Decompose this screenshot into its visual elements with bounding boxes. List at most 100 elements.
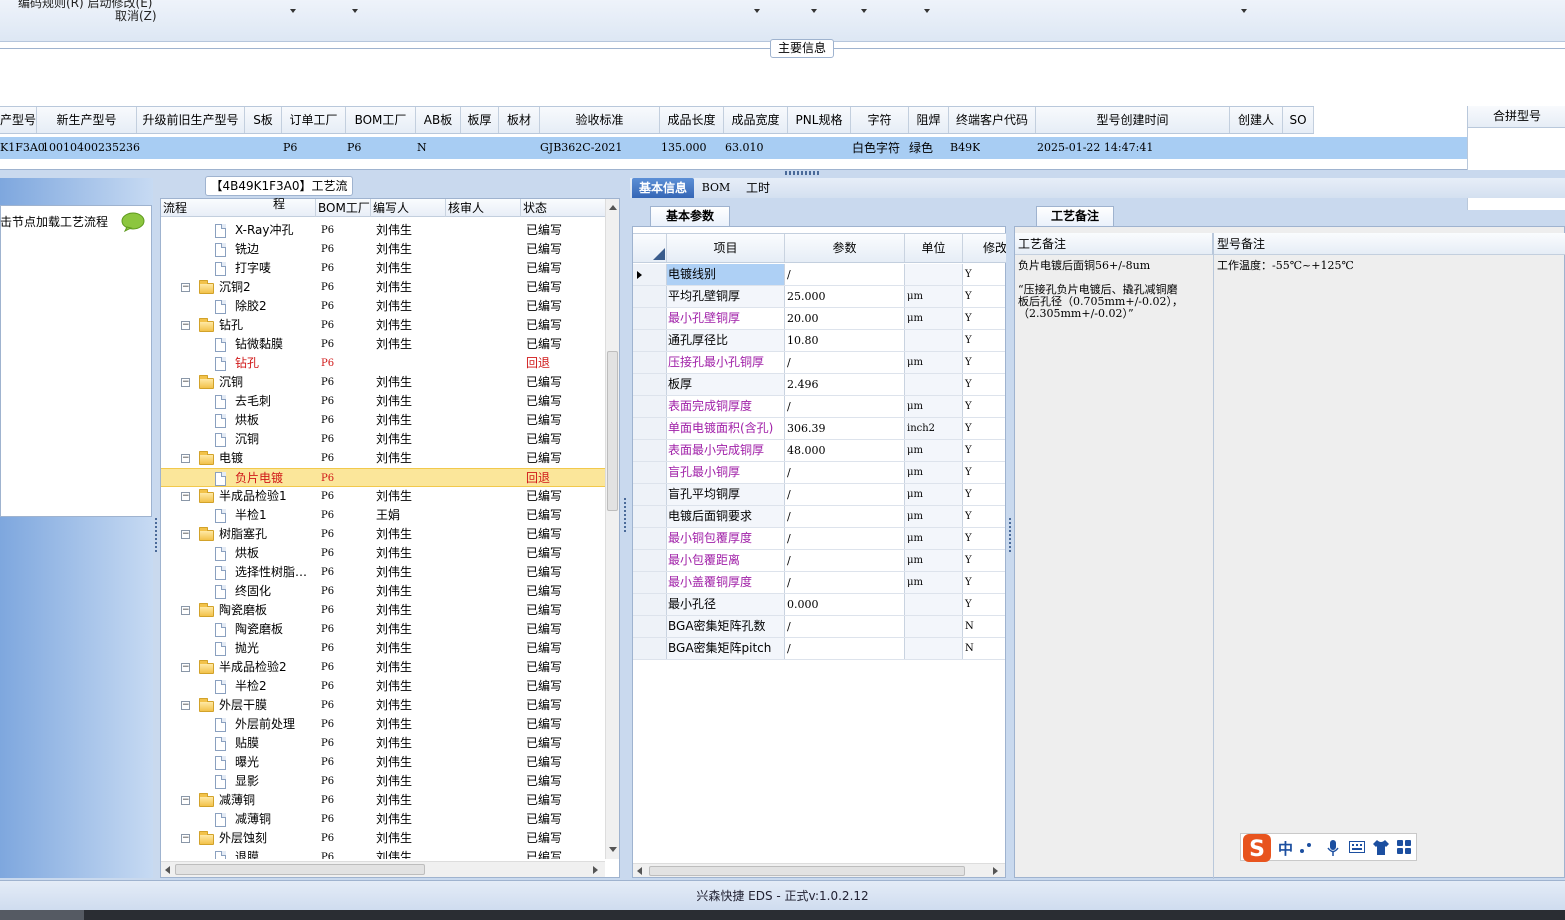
tree-scroll-thumb[interactable] [607, 351, 618, 511]
microphone-icon[interactable] [1327, 839, 1339, 857]
col-s-board[interactable]: S板 [245, 107, 282, 133]
col-process[interactable]: 流程 [161, 199, 316, 217]
tree-row[interactable]: 选择性树脂… P6 刘伟生 已编写 [161, 563, 605, 582]
row-selector[interactable] [633, 594, 667, 615]
col-param[interactable]: 参数 [785, 234, 905, 262]
tree-hscroll-thumb[interactable] [175, 864, 425, 875]
param-row[interactable]: 单面电镀面积(含孔) 306.39 inch2 Y [633, 418, 1005, 440]
param-value[interactable]: / [785, 352, 905, 373]
col-modify[interactable]: 修改 [963, 234, 1007, 262]
row-selector[interactable] [633, 638, 667, 659]
param-value[interactable]: / [785, 616, 905, 637]
col-new-model[interactable]: 新生产型号 [37, 107, 137, 133]
row-selector[interactable] [633, 308, 667, 329]
scroll-up-icon[interactable] [609, 205, 617, 210]
tree-row[interactable]: 除胶2 P6 刘伟生 已编写 [161, 297, 605, 316]
row-selector[interactable] [633, 462, 667, 483]
param-row[interactable]: 最小盖覆铜厚度 / μm Y [633, 572, 1005, 594]
col-order-factory[interactable]: 订单工厂 [282, 107, 346, 133]
row-selector[interactable] [633, 286, 667, 307]
param-row[interactable]: BGA密集矩阵孔数 / N [633, 616, 1005, 638]
chevron-down-icon[interactable] [754, 9, 760, 13]
ime-toolbar[interactable]: S 中 [1240, 833, 1417, 862]
col-old-model[interactable]: 升级前旧生产型号 [137, 107, 245, 133]
param-value[interactable]: / [785, 528, 905, 549]
row-selector[interactable] [633, 374, 667, 395]
tree-row[interactable]: 钻孔 P6 回退 [161, 354, 605, 373]
row-selector[interactable] [633, 440, 667, 461]
col-char[interactable]: 字符 [851, 107, 909, 133]
collapse-toggle-icon[interactable]: − [181, 606, 190, 615]
col-model[interactable]: 产型号 [0, 107, 37, 133]
tree-row[interactable]: − 钻孔 P6 刘伟生 已编写 [161, 316, 605, 335]
col-pnl[interactable]: PNL规格 [788, 107, 851, 133]
col-ab[interactable]: AB板 [416, 107, 461, 133]
chat-bubble-icon[interactable] [121, 212, 145, 232]
row-selector[interactable] [633, 418, 667, 439]
process-notes-caption[interactable]: 工艺备注 [1036, 206, 1114, 226]
param-row[interactable]: 压接孔最小孔铜厚 / μm Y [633, 352, 1005, 374]
row-selector[interactable] [633, 572, 667, 593]
param-value[interactable]: 48.000 [785, 440, 905, 461]
chevron-down-icon[interactable] [924, 9, 930, 13]
tree-row[interactable]: 铣边 P6 刘伟生 已编写 [161, 240, 605, 259]
row-selector[interactable] [633, 352, 667, 373]
row-selector[interactable] [633, 616, 667, 637]
tree-row[interactable]: 显影 P6 刘伟生 已编写 [161, 772, 605, 791]
col-status[interactable]: 状态 [521, 199, 605, 217]
collapse-toggle-icon[interactable]: − [181, 530, 190, 539]
left-nav-list[interactable] [0, 205, 152, 517]
chevron-down-icon[interactable] [811, 9, 817, 13]
taskbar-button[interactable] [0, 910, 84, 920]
param-value[interactable]: / [785, 484, 905, 505]
cancel-menu[interactable]: 取消(Z) [115, 7, 157, 24]
col-length[interactable]: 成品长度 [660, 107, 724, 133]
tree-row[interactable]: − 电镀 P6 刘伟生 已编写 [161, 449, 605, 468]
basic-params-caption[interactable]: 基本参数 [650, 206, 730, 226]
param-row[interactable]: 平均孔壁铜厚 25.000 μm Y [633, 286, 1005, 308]
param-value[interactable]: 25.000 [785, 286, 905, 307]
param-value[interactable]: 306.39 [785, 418, 905, 439]
tree-row[interactable]: 烘板 P6 刘伟生 已编写 [161, 411, 605, 430]
chevron-down-icon[interactable] [861, 9, 867, 13]
row-selector[interactable] [633, 396, 667, 417]
scroll-right-icon[interactable] [993, 867, 998, 875]
tree-horizontal-scrollbar[interactable] [161, 861, 605, 877]
row-selector[interactable] [633, 330, 667, 351]
row-selector[interactable] [633, 484, 667, 505]
col-standard[interactable]: 验收标准 [540, 107, 660, 133]
param-row[interactable]: 最小孔径 0.000 Y [633, 594, 1005, 616]
tree-row[interactable]: − 外层干膜 P6 刘伟生 已编写 [161, 696, 605, 715]
splitter-grip-icon[interactable] [155, 518, 157, 552]
tree-row[interactable]: − 半成品检验2 P6 刘伟生 已编写 [161, 658, 605, 677]
scroll-left-icon[interactable] [637, 867, 642, 875]
col-reviewer[interactable]: 核审人 [446, 199, 521, 217]
tree-row[interactable]: − 树脂塞孔 P6 刘伟生 已编写 [161, 525, 605, 544]
vertical-splitter[interactable] [153, 178, 159, 878]
col-bom-factory[interactable]: BOM工厂 [346, 107, 416, 133]
vertical-splitter[interactable] [621, 178, 629, 878]
splitter-grip-icon[interactable] [785, 171, 819, 175]
tree-row[interactable]: 减薄铜 P6 刘伟生 已编写 [161, 810, 605, 829]
scroll-down-icon[interactable] [609, 847, 617, 852]
param-row[interactable]: 板厚 2.496 Y [633, 374, 1005, 396]
combine-model-header[interactable]: 合拼型号 [1468, 106, 1565, 128]
chevron-down-icon[interactable] [290, 9, 296, 13]
param-value[interactable]: / [785, 638, 905, 659]
table-row[interactable]: K1F3A0 10010400235236 P6 P6 N GJB362C-20… [0, 137, 1467, 159]
param-row[interactable]: 通孔厚径比 10.80 Y [633, 330, 1005, 352]
tree-row[interactable]: − 沉铜 P6 刘伟生 已编写 [161, 373, 605, 392]
collapse-toggle-icon[interactable]: − [181, 283, 190, 292]
tree-row[interactable]: X-Ray冲孔 P6 刘伟生 已编写 [161, 221, 605, 240]
ime-mode-label[interactable]: 中 [1278, 838, 1293, 859]
col-so[interactable]: SO [1283, 107, 1314, 133]
tree-row[interactable]: 贴膜 P6 刘伟生 已编写 [161, 734, 605, 753]
scroll-left-icon[interactable] [165, 866, 170, 874]
col-bom-factory[interactable]: BOM工厂 [316, 199, 371, 217]
param-value[interactable]: 2.496 [785, 374, 905, 395]
col-created[interactable]: 型号创建时间 [1036, 107, 1230, 133]
tree-row[interactable]: 打字唛 P6 刘伟生 已编写 [161, 259, 605, 278]
tree-row[interactable]: 半检2 P6 刘伟生 已编写 [161, 677, 605, 696]
collapse-toggle-icon[interactable]: − [181, 796, 190, 805]
tree-row[interactable]: − 外层蚀刻 P6 刘伟生 已编写 [161, 829, 605, 848]
